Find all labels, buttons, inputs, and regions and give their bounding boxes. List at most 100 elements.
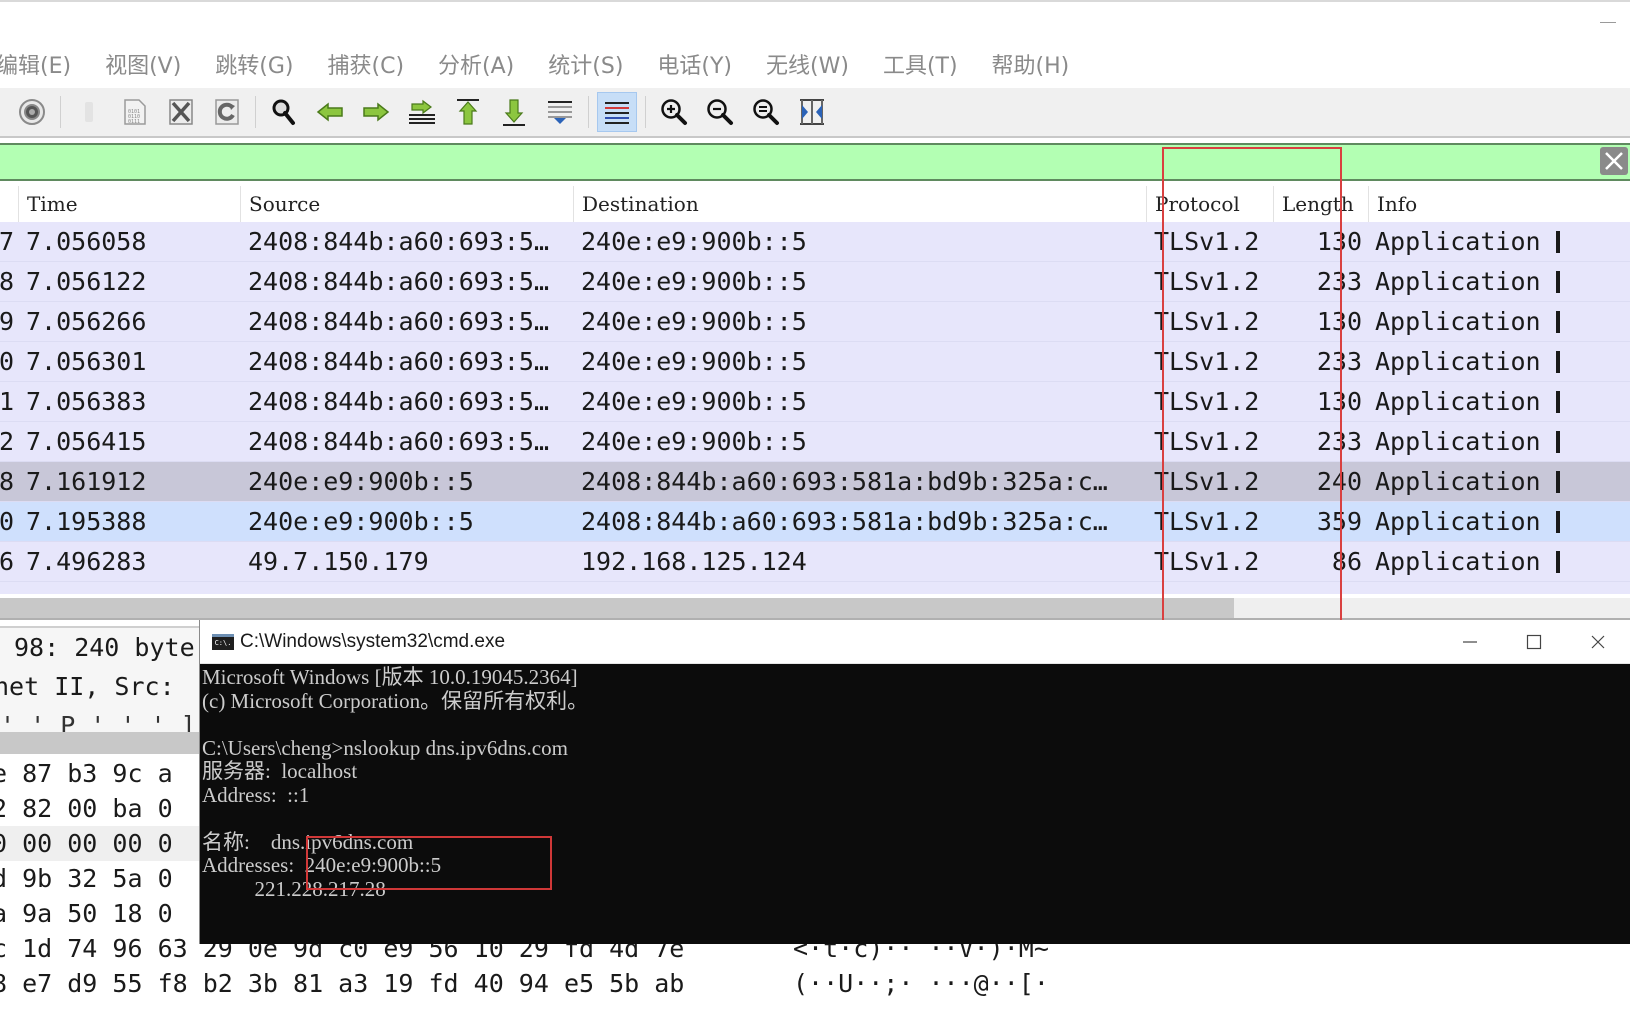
cmd-line: Address: ::1 xyxy=(202,784,1630,808)
packet-row[interactable]: 87.161912240e:e9:900b::52408:844b:a60:69… xyxy=(0,462,1630,502)
packet-row[interactable]: 97.0562662408:844b:a60:693:5…240e:e9:900… xyxy=(0,302,1630,342)
menu-statistics[interactable]: 统计(S) xyxy=(548,48,623,80)
packet-length: 233 xyxy=(1282,422,1362,462)
column-header-destination[interactable]: Destination xyxy=(573,186,1147,222)
packet-time: 7.496283 xyxy=(26,542,146,582)
stop-capture-button[interactable] xyxy=(69,92,109,132)
packet-row[interactable]: 77.0560582408:844b:a60:693:5…240e:e9:900… xyxy=(0,222,1630,262)
open-file-button[interactable]: 010101100111 xyxy=(115,92,155,132)
packet-row[interactable]: 07.0563012408:844b:a60:693:5…240e:e9:900… xyxy=(0,342,1630,382)
packet-number: 8 xyxy=(0,462,14,502)
close-file-button[interactable] xyxy=(161,92,201,132)
zoom-in-button[interactable] xyxy=(654,92,694,132)
capture-options-button[interactable] xyxy=(12,92,52,132)
packet-row[interactable]: 87.0561222408:844b:a60:693:5…240e:e9:900… xyxy=(0,262,1630,302)
go-forward-button[interactable] xyxy=(356,92,396,132)
packet-protocol: TLSv1.2 xyxy=(1154,302,1259,342)
byte-hex: 2 82 00 ba 0 xyxy=(0,791,173,826)
packet-info: Application xyxy=(1375,342,1541,382)
details-ethernet-line[interactable]: net II, Src: xyxy=(0,667,200,706)
packet-list-horizontal-scrollbar[interactable] xyxy=(0,598,1630,620)
byte-hex: e 87 b3 9c a xyxy=(0,756,173,791)
menu-analyze[interactable]: 分析(A) xyxy=(438,48,514,80)
packet-protocol: TLSv1.2 xyxy=(1154,342,1259,382)
packet-row[interactable]: 17.0563832408:844b:a60:693:5…240e:e9:900… xyxy=(0,382,1630,422)
info-truncated-glyph xyxy=(1556,311,1560,333)
menu-wireless[interactable]: 无线(W) xyxy=(766,48,849,80)
scrollbar-thumb[interactable] xyxy=(0,598,1234,618)
display-filter-bar xyxy=(0,143,1630,181)
cmd-titlebar[interactable]: C:\. C:\Windows\system32\cmd.exe xyxy=(200,620,1630,664)
cmd-minimize-button[interactable] xyxy=(1438,620,1502,664)
menu-capture[interactable]: 捕获(C) xyxy=(328,48,405,80)
zoom-out-button[interactable] xyxy=(700,92,740,132)
details-horizontal-scrollbar[interactable] xyxy=(0,732,200,754)
column-header-protocol[interactable]: Protocol xyxy=(1146,186,1274,222)
packet-time: 7.056122 xyxy=(26,262,146,302)
cmd-line: 221.228.217.28 xyxy=(202,878,1630,902)
toolbar-separator xyxy=(645,96,646,128)
menu-edit[interactable]: 编辑(E) xyxy=(0,48,71,80)
packet-length: 233 xyxy=(1282,342,1362,382)
svg-text:0111: 0111 xyxy=(128,119,140,125)
info-truncated-glyph xyxy=(1556,431,1560,453)
details-frame-line[interactable]: 98: 240 byte xyxy=(0,628,200,667)
packet-destination: 240e:e9:900b::5 xyxy=(581,422,807,462)
go-back-button[interactable] xyxy=(310,92,350,132)
arrow-left-icon xyxy=(315,97,345,127)
reload-file-button[interactable] xyxy=(207,92,247,132)
packet-protocol: TLSv1.2 xyxy=(1154,382,1259,422)
resize-columns-button[interactable] xyxy=(792,92,832,132)
close-icon xyxy=(1590,634,1606,650)
cmd-close-button[interactable] xyxy=(1566,620,1630,664)
column-header-time[interactable]: Time xyxy=(18,186,241,222)
details-ip-line[interactable]: ' ' P ' ' ' ] xyxy=(0,706,200,732)
byte-row[interactable]: 8 e7 d9 55 f8 b2 3b 81 a3 19 fd 40 94 e5… xyxy=(0,966,1630,1001)
file-binary-icon: 010101100111 xyxy=(120,97,150,127)
packet-length: 240 xyxy=(1282,462,1362,502)
cmd-line: 服务器: localhost xyxy=(202,760,1630,784)
packet-row[interactable]: 27.0564152408:844b:a60:693:5…240e:e9:900… xyxy=(0,422,1630,462)
packet-number: 0 xyxy=(0,502,14,542)
colorize-button[interactable] xyxy=(597,92,637,132)
auto-scroll-button[interactable] xyxy=(540,92,580,132)
packet-row[interactable]: 67.49628349.7.150.179192.168.125.124TLSv… xyxy=(0,542,1630,582)
packet-row[interactable]: 07.195388240e:e9:900b::52408:844b:a60:69… xyxy=(0,502,1630,542)
cmd-title: C:\Windows\system32\cmd.exe xyxy=(240,631,505,653)
cmd-console-output[interactable]: Microsoft Windows [版本 10.0.19045.2364] (… xyxy=(200,666,1630,944)
column-header-source[interactable]: Source xyxy=(240,186,574,222)
zoom-reset-icon xyxy=(751,97,781,127)
magnifier-icon xyxy=(269,97,299,127)
go-to-packet-icon xyxy=(407,97,437,127)
go-to-packet-button[interactable] xyxy=(402,92,442,132)
minimize-icon[interactable] xyxy=(1600,22,1616,23)
find-packet-button[interactable] xyxy=(264,92,304,132)
normal-size-button[interactable] xyxy=(746,92,786,132)
last-packet-button[interactable] xyxy=(494,92,534,132)
menu-help[interactable]: 帮助(H) xyxy=(992,48,1070,80)
menu-telephony[interactable]: 电话(Y) xyxy=(657,48,732,80)
first-packet-button[interactable] xyxy=(448,92,488,132)
packet-length: 130 xyxy=(1282,382,1362,422)
packet-protocol: TLSv1.2 xyxy=(1154,262,1259,302)
info-truncated-glyph xyxy=(1556,471,1560,493)
menu-view[interactable]: 视图(V) xyxy=(105,48,181,80)
menu-go[interactable]: 跳转(G) xyxy=(215,48,293,80)
column-header-length[interactable]: Length xyxy=(1273,186,1369,222)
display-filter-input[interactable] xyxy=(0,145,1598,179)
cmd-line xyxy=(202,713,1630,737)
cmd-line: Microsoft Windows [版本 10.0.19045.2364] xyxy=(202,666,1630,690)
packet-number: 9 xyxy=(0,302,14,342)
cmd-maximize-button[interactable] xyxy=(1502,620,1566,664)
packet-destination: 240e:e9:900b::5 xyxy=(581,262,807,302)
packet-number: 0 xyxy=(0,342,14,382)
packet-source: 2408:844b:a60:693:5… xyxy=(248,302,549,342)
clear-filter-button[interactable] xyxy=(1600,147,1628,175)
packet-destination: 192.168.125.124 xyxy=(581,542,807,582)
packet-time: 7.161912 xyxy=(26,462,146,502)
auto-scroll-icon xyxy=(545,97,575,127)
cmd-line: (c) Microsoft Corporation。保留所有权利。 xyxy=(202,690,1630,714)
menu-tools[interactable]: 工具(T) xyxy=(883,48,958,80)
byte-hex: a 9a 50 18 0 xyxy=(0,896,173,931)
column-header-info[interactable]: Info xyxy=(1368,186,1630,222)
